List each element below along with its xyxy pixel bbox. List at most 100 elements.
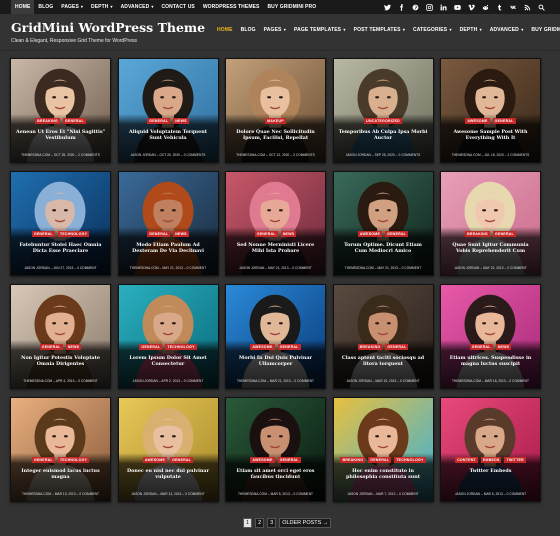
instagram-icon[interactable] xyxy=(422,0,436,14)
post-title[interactable]: Etiam ultrices. Suspendisse in magna luc… xyxy=(445,355,536,367)
category-badge[interactable]: NEWS xyxy=(173,231,189,237)
post-title[interactable]: Lorem Ipsum Dolor Sit Amet Consectetur xyxy=(123,355,214,367)
post-author[interactable]: THEMESDNA.COM xyxy=(452,379,481,383)
category-badge[interactable]: GENERAL xyxy=(31,457,55,463)
post-comments[interactable]: 0 COMMENT xyxy=(507,266,527,270)
site-title[interactable]: GridMini WordPress Theme xyxy=(11,20,205,35)
mainnav-item-pages[interactable]: PAGES ▾ xyxy=(260,27,290,33)
post-title[interactable]: Awesome Sample Post With Everything With… xyxy=(445,129,536,141)
mainnav-item-categories[interactable]: CATEGORIES ▾ xyxy=(409,27,456,33)
category-badge[interactable]: EMBEDS xyxy=(480,457,502,463)
post-title[interactable]: Hoc enim constituto in philosophia const… xyxy=(338,468,429,480)
post-comments[interactable]: 0 COMMENT xyxy=(509,379,529,383)
post-title[interactable]: Etiam sit amet orci eget eros faucibus t… xyxy=(230,468,321,480)
category-badge[interactable]: GENERAL xyxy=(492,231,516,237)
category-badge[interactable]: AWESOME xyxy=(250,457,275,463)
post-card[interactable]: CONTENT EMBEDS TWITTER Twitter Embeds JASON … xyxy=(440,397,541,502)
category-badge[interactable]: GENERAL xyxy=(385,231,409,237)
post-title[interactable]: Donec eu nisl nec dui pulvinar vulputate xyxy=(123,468,214,480)
mainnav-item-home[interactable]: HOME xyxy=(213,27,237,33)
category-badge[interactable]: GENERAL xyxy=(385,344,409,350)
post-title[interactable]: Quae Sunt Igitur Communia Vobis Reprehen… xyxy=(445,242,536,254)
post-title[interactable]: Sed Nonne Merninisti Licere Mihi Ista Pr… xyxy=(230,242,321,254)
reddit-icon[interactable] xyxy=(478,0,492,14)
post-author[interactable]: THEMESDNA.COM xyxy=(21,153,50,157)
twitter-icon[interactable] xyxy=(380,0,394,14)
post-author[interactable]: JASON JORDAN xyxy=(133,379,158,383)
page-3-button[interactable]: 3 xyxy=(267,518,277,528)
post-card[interactable]: GENERAL TECHNOLOGY Fatebuntur Stolei Haec … xyxy=(10,171,111,276)
category-badge[interactable]: TECHNOLOGY xyxy=(165,344,197,350)
post-comments[interactable]: 2 COMMENTS xyxy=(78,153,100,157)
post-card[interactable]: BREAKING GENERAL Aenean Ut Eros Et "Nisl S… xyxy=(10,58,111,163)
category-badge[interactable]: BREAKING xyxy=(340,457,366,463)
post-card[interactable]: GENERAL TECHNOLOGY Integer euismod lacus l… xyxy=(10,397,111,502)
category-badge[interactable]: AWESOME xyxy=(250,344,275,350)
post-title[interactable]: Temporibus Ab Culpa Ipsa Morbi Auctor xyxy=(338,129,429,141)
category-badge[interactable]: TWITTER xyxy=(504,457,526,463)
search-icon[interactable] xyxy=(534,0,548,14)
post-author[interactable]: THEMESDNA.COM xyxy=(22,492,51,496)
post-comments[interactable]: 0 COMMENT xyxy=(294,379,314,383)
post-card[interactable]: AWESOME GENERAL Awesome Sample Post With E… xyxy=(440,58,541,163)
facebook-icon[interactable] xyxy=(394,0,408,14)
youtube-icon[interactable] xyxy=(450,0,464,14)
post-title[interactable]: Twitter Embeds xyxy=(445,468,536,474)
mainnav-item-advanced[interactable]: ADVANCED ▾ xyxy=(486,27,528,33)
post-comments[interactable]: 2 COMMENTS xyxy=(293,153,315,157)
post-title[interactable]: Fatebuntur Stolei Haec Omnia Dicta Esse … xyxy=(15,242,106,254)
category-badge[interactable]: AWESOME xyxy=(465,118,490,124)
category-badge[interactable]: AWESOME xyxy=(142,457,168,463)
post-card[interactable]: GENERAL NEWS Non Igitur Potestis Voluptate… xyxy=(10,284,111,389)
post-comments[interactable]: 0 COMMENT xyxy=(187,266,207,270)
category-badge[interactable]: TECHNOLOGY xyxy=(394,457,426,463)
post-author[interactable]: JASON JORDAN xyxy=(454,266,479,270)
post-comments[interactable]: 2 COMMENTS xyxy=(508,153,530,157)
post-card[interactable]: GENERAL NEWS Sed Nonne Merninisti Licere M… xyxy=(225,171,326,276)
category-badge[interactable]: GENERAL xyxy=(469,344,493,350)
category-badge[interactable]: GENERAL xyxy=(39,344,63,350)
post-author[interactable]: JASON JORDAN xyxy=(24,266,49,270)
category-badge[interactable]: BREAKING xyxy=(35,118,60,124)
post-card[interactable]: GENERAL NEWS Modo Etiam Paulum Ad Dexteram… xyxy=(117,171,219,276)
topnav-item-pages[interactable]: PAGES ▾ xyxy=(57,0,87,14)
older-posts-button[interactable]: OLDER POSTS → xyxy=(279,518,332,528)
topnav-item-home[interactable]: HOME xyxy=(11,0,35,14)
post-card[interactable]: BREAKING GENERAL Class aptent taciti socio… xyxy=(332,284,434,389)
category-badge[interactable]: GENERAL xyxy=(368,457,392,463)
post-author[interactable]: JASON JORDAN xyxy=(455,492,480,496)
category-badge[interactable]: NEWS xyxy=(495,344,512,350)
post-card[interactable]: AWESOME GENERAL Etiam sit amet orci eget e… xyxy=(225,397,326,502)
post-author[interactable]: JASON JORDAN xyxy=(346,379,371,383)
pinterest-icon[interactable] xyxy=(408,0,422,14)
mainnav-item-post-templates[interactable]: POST TEMPLATES ▾ xyxy=(350,27,409,33)
topnav-item-wordpress-themes[interactable]: WORDPRESS THEMES xyxy=(199,0,264,14)
post-comments[interactable]: 0 COMMENT xyxy=(78,379,98,383)
post-author[interactable]: THEMESDNA.COM xyxy=(345,266,374,270)
category-badge[interactable]: GENERAL xyxy=(277,457,301,463)
category-badge[interactable]: TECHNOLOGY xyxy=(57,457,90,463)
post-title[interactable]: Class aptent taciti sociosqu ad litora t… xyxy=(338,355,429,367)
post-comments[interactable]: 0 COMMENT xyxy=(402,266,422,270)
post-title[interactable]: Modo Etiam Paulum Ad Dexteram De Via Dec… xyxy=(123,242,214,254)
category-badge[interactable]: GENERAL xyxy=(139,344,163,350)
post-comments[interactable]: 0 COMMENT xyxy=(399,492,419,496)
post-title[interactable]: Dolore Quae Nec Sollicitudin Ipsum, Faci… xyxy=(230,129,321,141)
topnav-item-depth[interactable]: DEPTH ▾ xyxy=(87,0,117,14)
post-card[interactable]: MAKEUP Dolore Quae Nec Sollicitudin Ipsum… xyxy=(225,58,326,163)
post-card[interactable]: GENERAL TECHNOLOGY Lorem Ipsum Dolor Sit A… xyxy=(117,284,219,389)
post-comments[interactable]: 0 COMMENTS xyxy=(399,153,421,157)
category-badge[interactable]: NEWS xyxy=(65,344,82,350)
post-card[interactable]: AWESOME GENERAL Donec eu nisl nec dui pulv… xyxy=(117,397,219,502)
post-title[interactable]: Aenean Ut Eros Et "Nisl Sagittis" Vestib… xyxy=(15,129,106,141)
post-comments[interactable]: 0 COMMENT xyxy=(79,492,99,496)
category-badge[interactable]: CONTENT xyxy=(455,457,478,463)
vimeo-icon[interactable] xyxy=(464,0,478,14)
mainnav-item-buy-gridmini-pro[interactable]: BUY GRIDMINI PRO xyxy=(527,27,560,33)
post-title[interactable]: Aliquid Voluptatem Torquent Sunt Vehicul… xyxy=(123,129,214,141)
vk-icon[interactable] xyxy=(506,0,520,14)
post-comments[interactable]: 0 COMMENT xyxy=(507,492,527,496)
category-badge[interactable]: TECHNOLOGY xyxy=(57,231,90,237)
category-badge[interactable]: GENERAL xyxy=(147,118,171,124)
topnav-item-buy-gridmini-pro[interactable]: BUY GRIDMINI PRO xyxy=(263,0,320,14)
